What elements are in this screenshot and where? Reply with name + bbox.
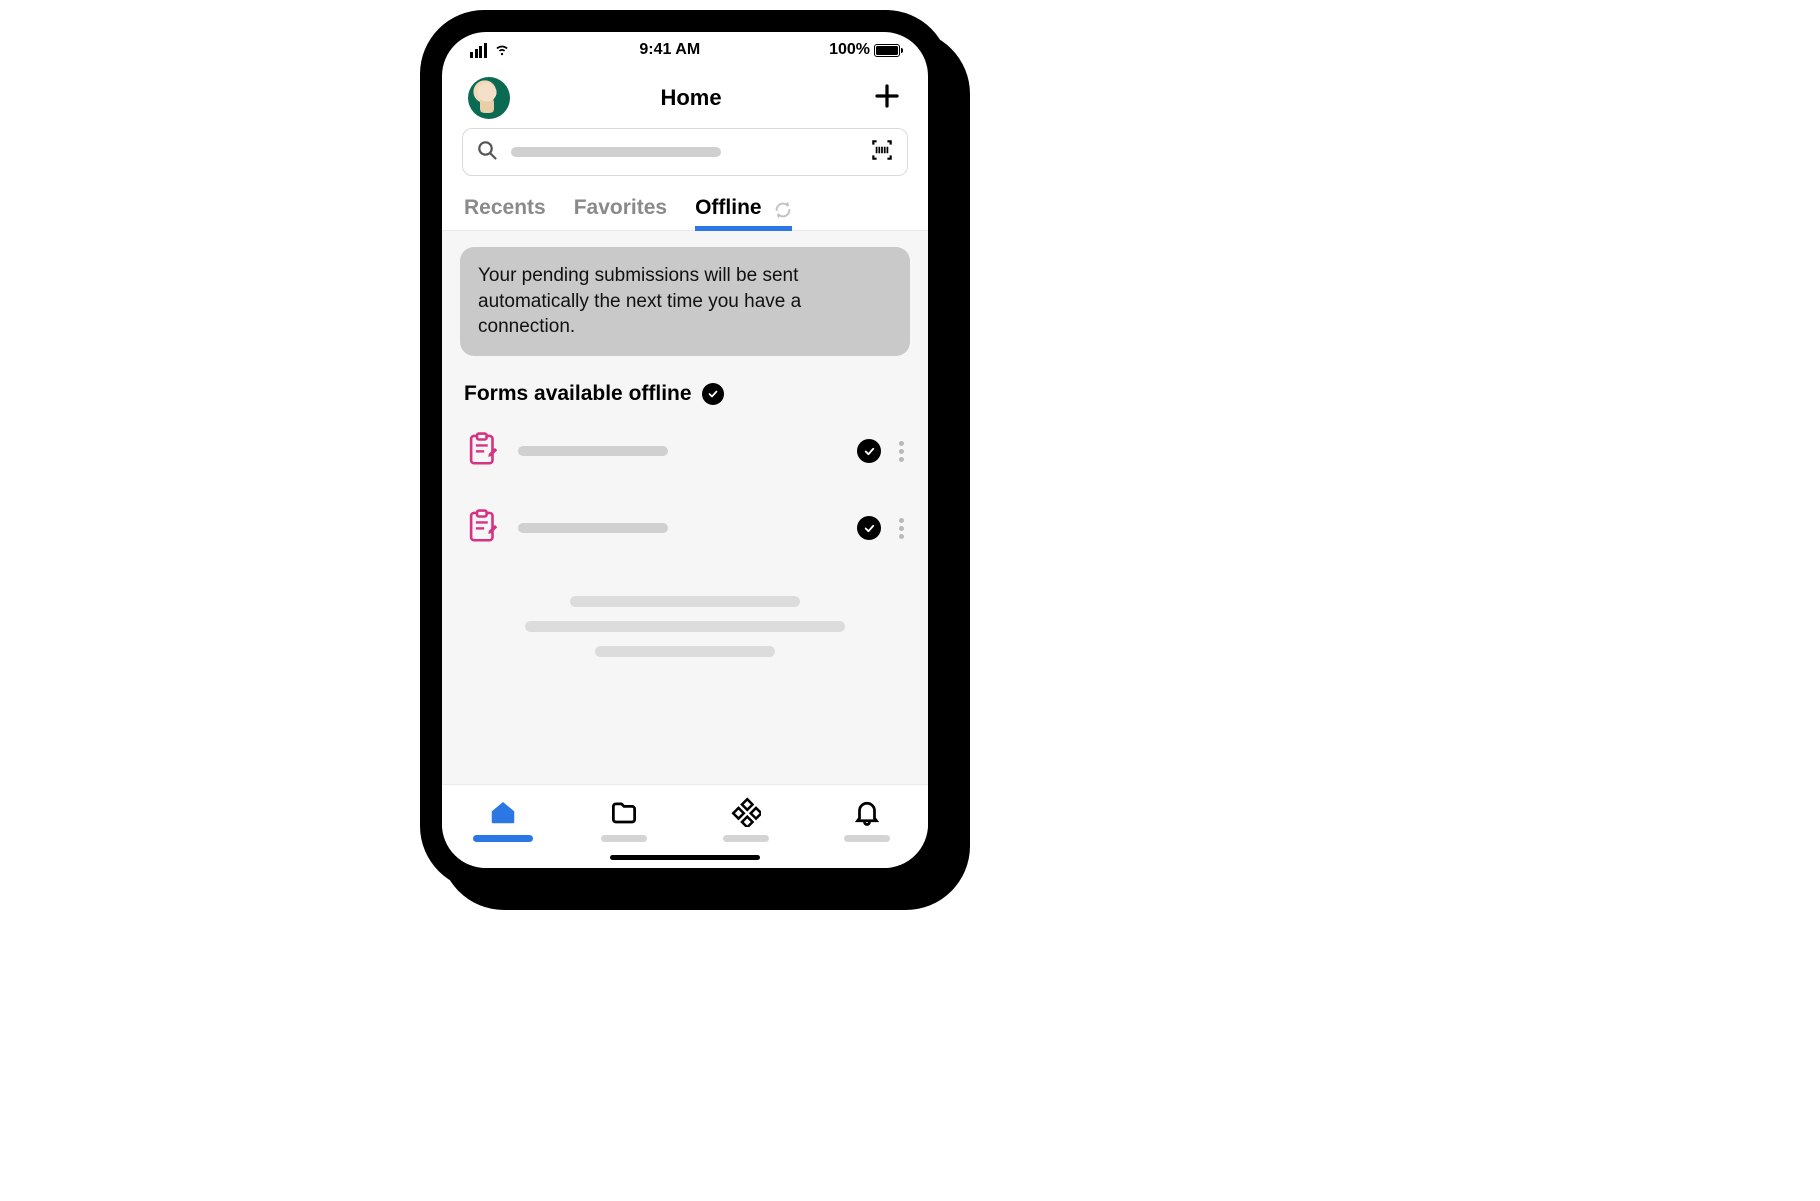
- app-header: Home: [442, 68, 928, 128]
- section-title: Forms available offline: [464, 382, 692, 406]
- cellular-signal-icon: [470, 43, 487, 58]
- tabbar-home[interactable]: [468, 797, 538, 842]
- home-indicator[interactable]: [610, 855, 760, 860]
- section-header-offline-forms: Forms available offline: [460, 382, 910, 406]
- search-icon: [475, 138, 499, 167]
- phone-frame: 9:41 AM 100% Home: [420, 10, 950, 890]
- add-button[interactable]: [872, 81, 902, 116]
- tabbar-label-skeleton: [723, 835, 769, 842]
- search-container: [442, 128, 928, 190]
- form-icon: [464, 430, 502, 473]
- check-badge-icon: [702, 383, 724, 405]
- search-input[interactable]: [462, 128, 908, 176]
- tabbar-notifications[interactable]: [832, 797, 902, 842]
- battery-icon: [874, 44, 900, 57]
- synced-badge-icon: [857, 516, 881, 540]
- tabbar-apps[interactable]: [711, 797, 781, 842]
- barcode-scan-icon[interactable]: [869, 137, 895, 168]
- more-menu-button[interactable]: [897, 514, 906, 543]
- status-bar: 9:41 AM 100%: [442, 32, 928, 68]
- tabbar-label-skeleton: [601, 835, 647, 842]
- more-menu-button[interactable]: [897, 437, 906, 466]
- wifi-icon: [493, 39, 511, 62]
- sync-icon[interactable]: [772, 199, 794, 221]
- form-title-skeleton: [518, 523, 668, 533]
- content-area: Your pending submissions will be sent au…: [442, 231, 928, 784]
- phone-screen: 9:41 AM 100% Home: [442, 32, 928, 868]
- page-title: Home: [660, 85, 721, 111]
- status-left: [470, 39, 511, 62]
- battery-percent: 100%: [829, 41, 870, 59]
- avatar[interactable]: [468, 77, 510, 119]
- tabbar-files[interactable]: [589, 797, 659, 842]
- tabbar-label-skeleton: [473, 835, 533, 842]
- tabs: Recents Favorites Offline: [442, 190, 928, 231]
- search-placeholder-skeleton: [511, 147, 721, 157]
- tab-recents[interactable]: Recents: [464, 190, 546, 230]
- tabbar-label-skeleton: [844, 835, 890, 842]
- synced-badge-icon: [857, 439, 881, 463]
- bottom-tab-bar: [442, 784, 928, 868]
- form-icon: [464, 507, 502, 550]
- tab-favorites[interactable]: Favorites: [574, 190, 667, 230]
- offline-info-banner: Your pending submissions will be sent au…: [460, 247, 910, 356]
- content-skeleton: [460, 596, 910, 657]
- status-right: 100%: [829, 41, 900, 59]
- status-time: 9:41 AM: [639, 41, 700, 59]
- offline-form-row[interactable]: [460, 501, 910, 578]
- tab-offline[interactable]: Offline: [695, 190, 762, 230]
- offline-form-row[interactable]: [460, 424, 910, 501]
- form-title-skeleton: [518, 446, 668, 456]
